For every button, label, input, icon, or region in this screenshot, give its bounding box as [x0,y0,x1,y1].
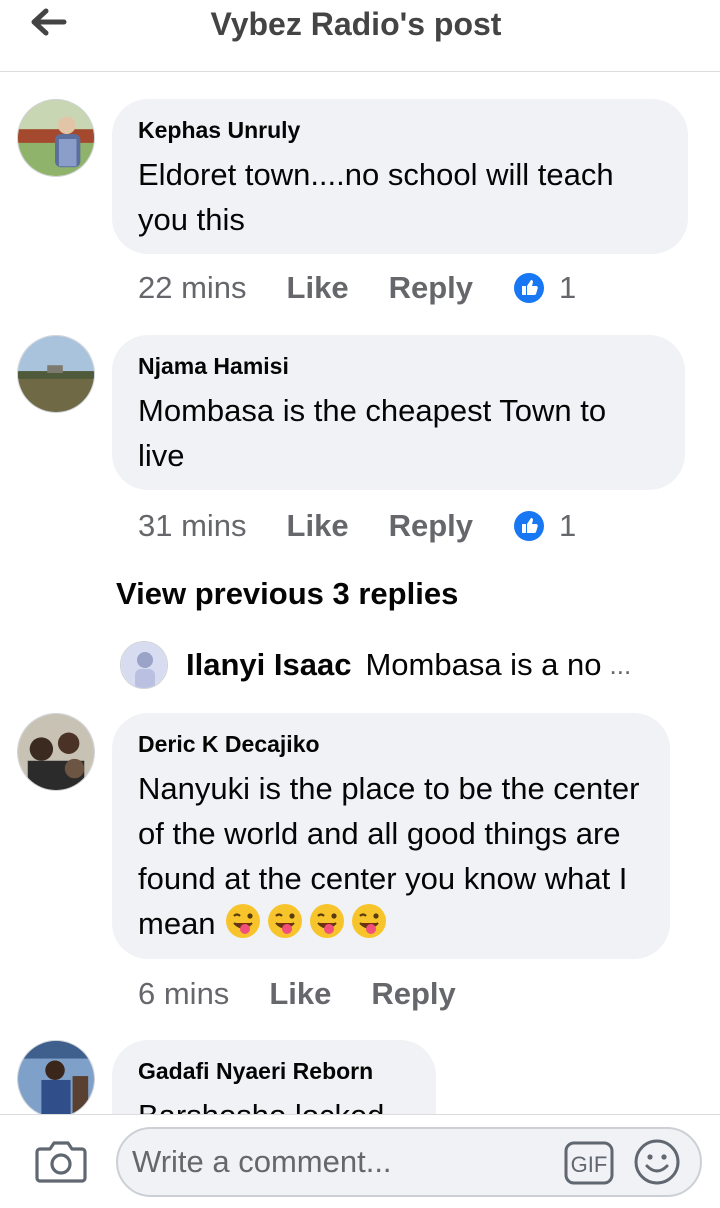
winking-tongue-emoji [352,904,387,938]
thumbs-up-icon [514,511,544,541]
reply-button[interactable]: Reply [389,508,473,544]
comment-input[interactable] [132,1129,552,1195]
comment-time[interactable]: 31 mins [138,508,247,544]
comment-author[interactable]: Gadafi Nyaeri Reborn [138,1058,410,1085]
comment-composer: GIF [0,1114,720,1208]
avatar[interactable] [17,99,95,177]
camera-icon[interactable] [34,1135,88,1185]
comment-actions: 31 mins Like Reply 1 [138,506,576,546]
comment-actions: 6 mins Like Reply [138,974,496,1014]
comment-author[interactable]: Deric K Decajiko [138,731,644,758]
emoji-group [224,904,392,941]
comment-bubble[interactable]: Deric K Decajiko Nanyuki is the place to… [112,713,670,959]
avatar[interactable] [17,335,95,413]
smiley-icon[interactable] [632,1137,682,1187]
post-header: Vybez Radio's post [0,0,720,72]
comment-text-block: Nanyuki is the place to be the center of… [138,766,644,946]
thumbs-up-icon [514,273,544,303]
comment-text: Eldoret town....no school will teach you… [138,157,614,237]
reaction-summary[interactable]: 1 [513,270,576,306]
reply-more: ... [609,649,632,680]
gif-label: GIF [571,1152,608,1177]
comment-author[interactable]: Njama Hamisi [138,353,659,380]
comment-time[interactable]: 22 mins [138,270,247,306]
reply-text: Mombasa is a no [365,647,602,682]
comment-actions: 22 mins Like Reply 1 [138,268,576,308]
comment-bubble[interactable]: Kephas Unruly Eldoret town....no school … [112,99,688,254]
reply-button[interactable]: Reply [371,976,455,1012]
reply-author[interactable]: Ilanyi Isaac [186,647,351,683]
winking-tongue-emoji [268,904,303,938]
winking-tongue-emoji [310,904,345,938]
reaction-count: 1 [559,508,577,543]
winking-tongue-emoji [226,904,261,938]
comment-bubble[interactable]: Njama Hamisi Mombasa is the cheapest Tow… [112,335,685,490]
page-title: Vybez Radio's post [210,6,502,42]
like-button[interactable]: Like [269,976,331,1012]
avatar[interactable] [17,713,95,791]
comment-time[interactable]: 6 mins [138,976,229,1012]
view-previous-replies-link[interactable]: View previous 3 replies [116,576,458,612]
reaction-count: 1 [559,270,577,305]
gif-icon[interactable]: GIF [564,1141,614,1185]
reply-preview[interactable]: Ilanyi Isaac Mombasa is a no ... [120,640,631,690]
avatar[interactable] [17,1040,95,1118]
like-button[interactable]: Like [287,508,349,544]
reply-button[interactable]: Reply [389,270,473,306]
reaction-summary[interactable]: 1 [513,508,576,544]
comment-input-box[interactable]: GIF [116,1127,702,1197]
like-button[interactable]: Like [287,270,349,306]
comment-author[interactable]: Kephas Unruly [138,117,662,144]
avatar[interactable] [120,641,168,689]
comment-text: Mombasa is the cheapest Town to live [138,393,607,473]
